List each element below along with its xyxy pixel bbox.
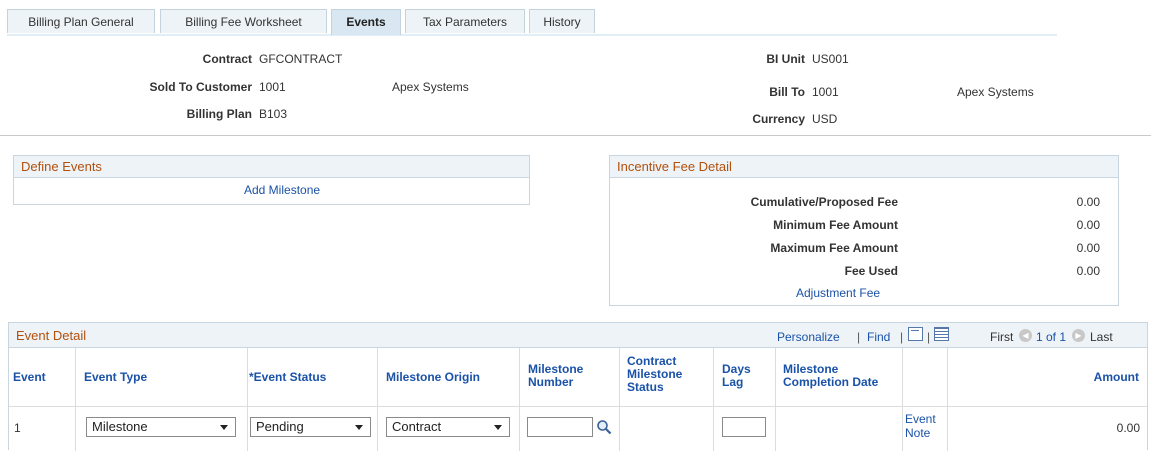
maximum-fee-amount-value: 0.00 [1076, 241, 1100, 255]
sold-to-customer-label: Sold To Customer [149, 80, 252, 94]
tab-history[interactable]: History [529, 9, 595, 33]
milestone-origin-select[interactable]: Contract [386, 417, 510, 437]
chevron-down-icon [220, 425, 228, 430]
tab-bar: Billing Plan General Billing Fee Workshe… [7, 9, 1057, 36]
tab-billing-plan-general[interactable]: Billing Plan General [7, 9, 155, 33]
add-milestone-link[interactable]: Add Milestone [244, 183, 320, 197]
event-note-link[interactable]: Event Note [905, 412, 945, 440]
bi-unit-value: US001 [812, 52, 849, 66]
event-status-value: Pending [256, 419, 304, 434]
col-event-status[interactable]: *Event Status [249, 371, 326, 384]
define-events-panel: Define Events Add Milestone [13, 155, 530, 205]
col-event[interactable]: Event [13, 371, 46, 384]
tab-billing-fee-worksheet[interactable]: Billing Fee Worksheet [160, 9, 327, 33]
last-label: Last [1090, 330, 1113, 344]
col-contract-milestone-status[interactable]: Contract Milestone Status [627, 355, 707, 394]
header-divider [0, 135, 1151, 136]
bill-to-label: Bill To [769, 85, 805, 99]
nav-separator: | [927, 330, 931, 344]
bill-to-value: 1001 [812, 85, 839, 99]
chevron-down-icon [355, 425, 363, 430]
view-all-icon[interactable] [908, 327, 923, 341]
fee-used-value: 0.00 [1076, 264, 1100, 278]
days-lag-input[interactable] [722, 417, 766, 437]
col-milestone-origin[interactable]: Milestone Origin [386, 371, 480, 384]
row-range: 1 of 1 [1036, 330, 1067, 344]
fee-used-label: Fee Used [844, 264, 898, 278]
sold-to-customer-name: Apex Systems [392, 80, 469, 94]
amount-value: 0.00 [1116, 421, 1140, 435]
chevron-down-icon [494, 425, 502, 430]
next-arrow-icon[interactable]: ▶ [1072, 329, 1085, 342]
col-event-type[interactable]: Event Type [84, 371, 147, 384]
incentive-fee-title: Incentive Fee Detail [610, 156, 1118, 178]
minimum-fee-amount-label: Minimum Fee Amount [773, 218, 898, 232]
billing-plan-value: B103 [259, 107, 288, 121]
col-milestone-completion-date[interactable]: Milestone Completion Date [783, 363, 893, 389]
first-label: First [990, 330, 1014, 344]
contract-value: GFCONTRACT [259, 52, 343, 66]
contract-label: Contract [202, 52, 252, 66]
tab-events[interactable]: Events [331, 9, 401, 35]
nav-separator: | [900, 330, 904, 344]
tab-tax-parameters[interactable]: Tax Parameters [405, 9, 525, 33]
event-type-value: Milestone [92, 419, 148, 434]
minimum-fee-amount-value: 0.00 [1076, 218, 1100, 232]
personalize-link[interactable]: Personalize [777, 330, 840, 344]
col-days-lag[interactable]: Days Lag [722, 363, 762, 389]
event-status-select[interactable]: Pending [250, 417, 371, 437]
event-detail-title: Event Detail [9, 323, 1147, 348]
currency-value: USD [812, 112, 838, 126]
previous-arrow-icon[interactable]: ◀ [1019, 329, 1032, 342]
lookup-icon[interactable] [596, 419, 612, 435]
milestone-number-input[interactable] [527, 417, 593, 437]
nav-separator: | [857, 330, 861, 344]
currency-label: Currency [752, 112, 805, 126]
define-events-title: Define Events [14, 156, 529, 178]
sold-to-customer-value: 1001 [259, 80, 286, 94]
event-number: 1 [14, 421, 21, 435]
event-type-select[interactable]: Milestone [86, 417, 236, 437]
adjustment-fee-link[interactable]: Adjustment Fee [796, 286, 880, 300]
event-detail-grid: Event Detail Personalize | Find | | Firs… [8, 322, 1148, 451]
find-link[interactable]: Find [867, 330, 890, 344]
download-grid-icon[interactable] [934, 327, 949, 341]
bill-to-name: Apex Systems [957, 85, 1034, 99]
col-amount[interactable]: Amount [1059, 371, 1139, 384]
maximum-fee-amount-label: Maximum Fee Amount [770, 241, 898, 255]
col-milestone-number[interactable]: Milestone Number [528, 363, 608, 389]
bi-unit-label: BI Unit [766, 52, 805, 66]
cumulative-proposed-fee-label: Cumulative/Proposed Fee [750, 195, 898, 209]
billing-plan-label: Billing Plan [186, 107, 252, 121]
milestone-origin-value: Contract [392, 419, 442, 434]
incentive-fee-panel: Incentive Fee Detail Cumulative/Proposed… [609, 155, 1119, 306]
cumulative-proposed-fee-value: 0.00 [1076, 195, 1100, 209]
